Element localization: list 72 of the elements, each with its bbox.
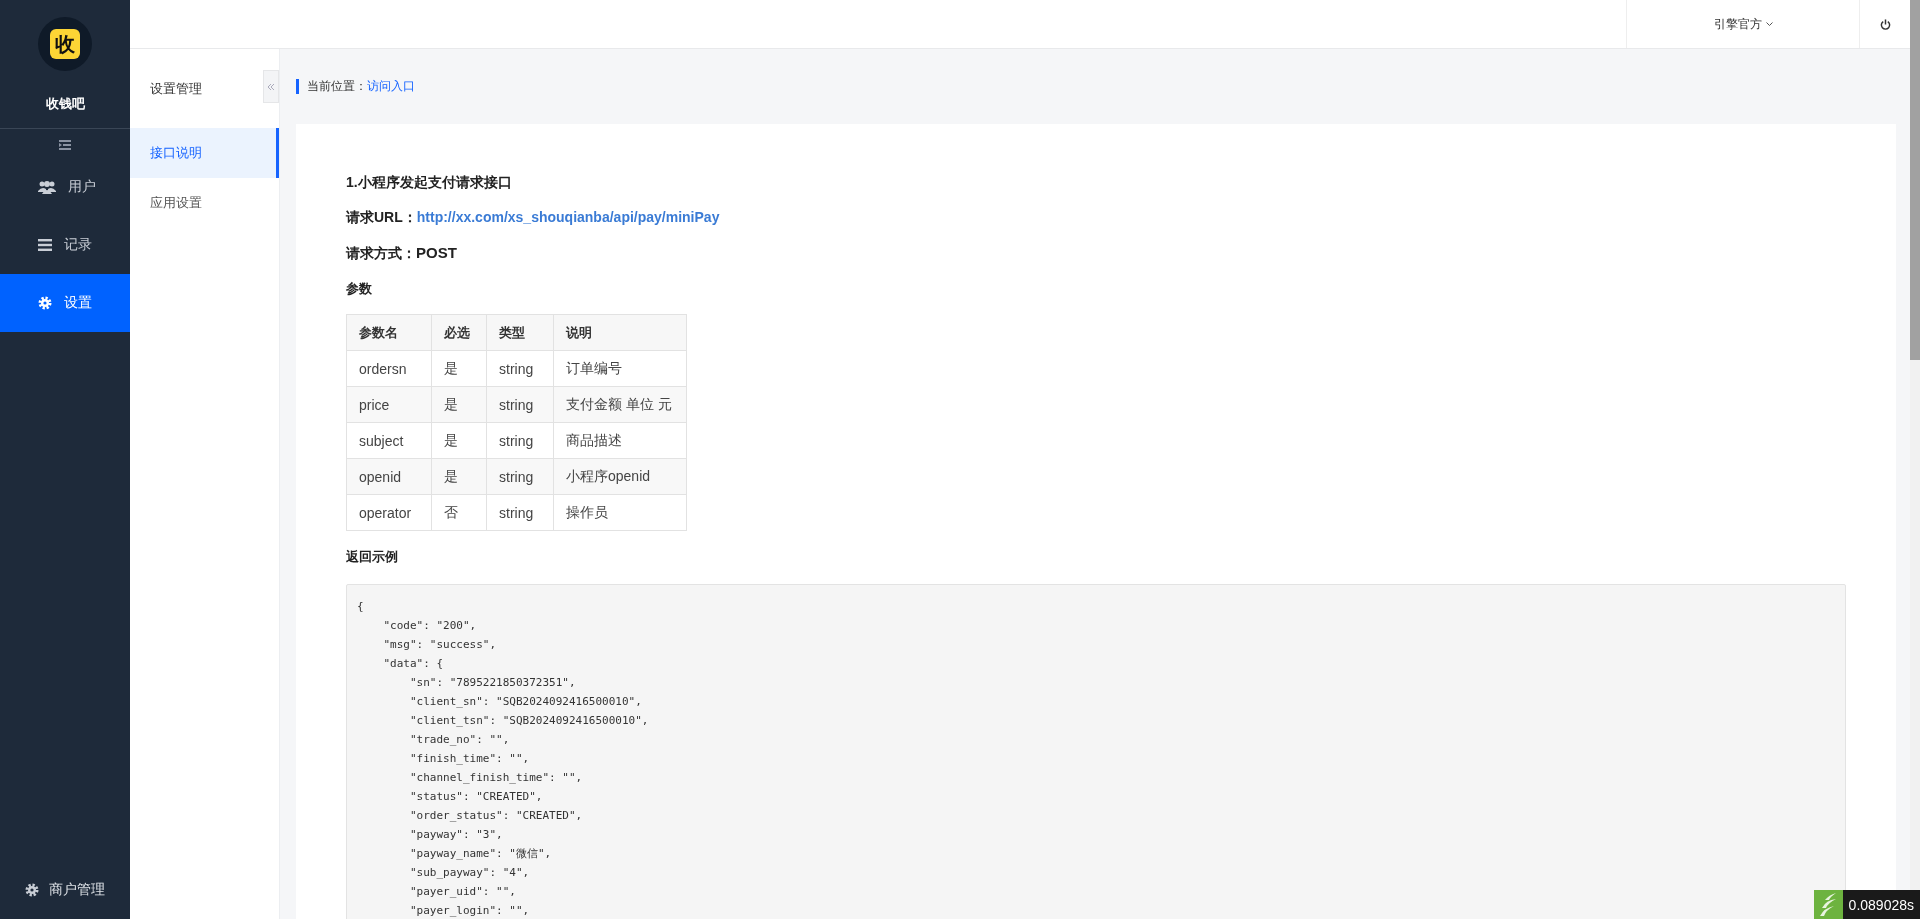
code-line: "data": { bbox=[382, 657, 444, 670]
sidebar-item[interactable]: 记录 bbox=[0, 216, 130, 274]
code-line: "code": "200", bbox=[382, 619, 477, 632]
table-cell: string bbox=[486, 458, 554, 495]
submenu-item[interactable]: 应用设置 bbox=[130, 178, 279, 228]
table-cell: 商品描述 bbox=[553, 422, 687, 459]
double-chevron-icon bbox=[267, 82, 275, 91]
table-cell: string bbox=[486, 494, 554, 531]
users-icon bbox=[38, 180, 56, 194]
brand-name: 收钱吧 bbox=[45, 95, 85, 113]
table-cell: 小程序openid bbox=[553, 458, 687, 495]
table-cell: 订单编号 bbox=[553, 350, 687, 387]
merchant-management-link[interactable]: 商户管理 bbox=[0, 861, 130, 919]
table-cell: 支付金额 单位 元 bbox=[553, 386, 687, 423]
column-header: 类型 bbox=[486, 314, 554, 351]
code-line: "payway": "3", bbox=[408, 828, 503, 841]
code-line: "status": "CREATED", bbox=[408, 790, 543, 803]
example-title: 返回示例 bbox=[346, 548, 399, 566]
url-label: 请求URL： bbox=[346, 209, 417, 225]
table-cell: 是 bbox=[431, 350, 487, 387]
code-line: "order_status": "CREATED", bbox=[408, 809, 583, 822]
column-header: 必选 bbox=[431, 314, 487, 351]
collapse-menu-icon[interactable] bbox=[59, 140, 71, 150]
table-cell: 操作员 bbox=[553, 494, 687, 531]
table-cell: 否 bbox=[431, 494, 487, 531]
code-line: "payer_uid": "", bbox=[408, 885, 516, 898]
code-line: "finish_time": "", bbox=[408, 752, 530, 765]
table-cell: 是 bbox=[431, 386, 487, 423]
table-cell: openid bbox=[346, 458, 432, 495]
code-line: "channel_finish_time": "", bbox=[408, 771, 583, 784]
params-title: 参数 bbox=[346, 280, 373, 298]
code-line: { bbox=[357, 600, 364, 613]
scrollbar-thumb[interactable] bbox=[1910, 0, 1920, 360]
caret-icon bbox=[1765, 21, 1773, 27]
list-icon bbox=[38, 239, 52, 251]
table-cell: string bbox=[486, 386, 554, 423]
breadcrumb-label: 当前位置： bbox=[307, 78, 367, 95]
table-cell: string bbox=[486, 422, 554, 459]
code-line: "sub_payway": "4", bbox=[408, 866, 530, 879]
table-cell: 是 bbox=[431, 422, 487, 459]
flame-logo-icon bbox=[1813, 890, 1843, 919]
code-line: "payer_login": "", bbox=[408, 904, 530, 917]
code-line: "payway_name": "微信", bbox=[408, 847, 552, 860]
logo-icon: 收 bbox=[38, 17, 92, 71]
method-label: 请求方式： bbox=[346, 245, 416, 261]
code-line: "client_sn": "SQB2024092416500010", bbox=[408, 695, 642, 708]
column-header: 参数名 bbox=[346, 314, 432, 351]
api-url-link[interactable]: http://xx.com/xs_shouqianba/api/pay/miniPay bbox=[416, 209, 720, 225]
collapse-button[interactable] bbox=[263, 70, 279, 103]
code-line: "msg": "success", bbox=[382, 638, 497, 651]
table-cell: ordersn bbox=[346, 350, 432, 387]
breadcrumb-link[interactable]: 访问入口 bbox=[367, 78, 415, 95]
sidebar-item[interactable]: 用户 bbox=[0, 158, 130, 216]
timing-label: 0.089028s bbox=[1842, 890, 1920, 919]
table-cell: price bbox=[346, 386, 432, 423]
table-cell: string bbox=[486, 350, 554, 387]
code-line: "sn": "7895221850372351", bbox=[408, 676, 576, 689]
submenu-item[interactable]: 接口说明 bbox=[130, 128, 279, 178]
table-cell: operator bbox=[346, 494, 432, 531]
code-line: "client_tsn": "SQB2024092416500010", bbox=[408, 714, 649, 727]
code-line: "trade_no": "", bbox=[408, 733, 510, 746]
table-cell: subject bbox=[346, 422, 432, 459]
column-header: 说明 bbox=[553, 314, 687, 351]
method-value: POST bbox=[416, 244, 457, 261]
gear-icon bbox=[38, 296, 52, 310]
section-title: 1.小程序发起支付请求接口 bbox=[346, 174, 513, 192]
user-menu[interactable]: 引擎官方 bbox=[1626, 0, 1859, 48]
table-cell: 是 bbox=[431, 458, 487, 495]
power-icon bbox=[1879, 18, 1891, 30]
gear-icon bbox=[25, 883, 39, 897]
sidebar-item[interactable]: 设置 bbox=[0, 274, 130, 332]
submenu-title: 设置管理 bbox=[150, 79, 202, 98]
